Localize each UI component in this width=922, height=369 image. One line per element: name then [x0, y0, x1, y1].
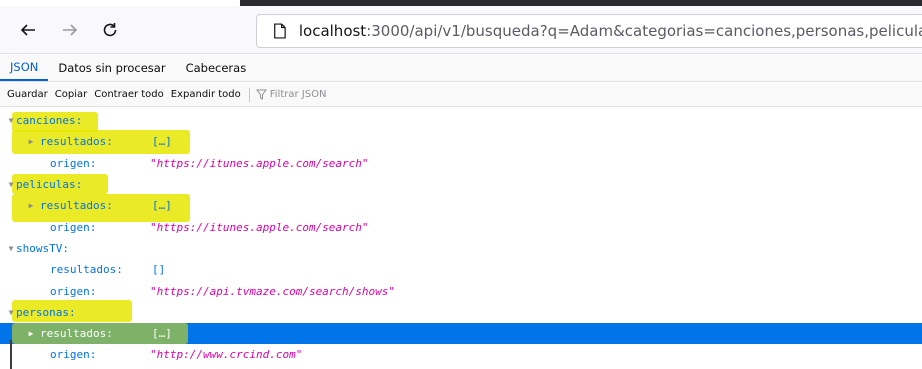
url-path: :3000/api/v1/busqueda?q=Adam&categorias=… [366, 22, 922, 40]
tab-json[interactable]: JSON [0, 54, 49, 81]
json-toolbar: Guardar Copiar Contraer todo Expandir to… [0, 83, 922, 107]
collapsed-icon[interactable]: ▶ [26, 329, 36, 338]
page-icon [274, 23, 286, 39]
tree-row-canciones-resultados[interactable]: ▶ resultados: […] [0, 131, 922, 152]
copy-button[interactable]: Copiar [52, 89, 90, 100]
navigation-bar: localhost:3000/api/v1/busqueda?q=Adam&ca… [0, 6, 922, 54]
url-text: localhost:3000/api/v1/busqueda?q=Adam&ca… [299, 22, 922, 40]
tree-row-personas-resultados[interactable]: ▶ resultados: […] [0, 322, 922, 345]
window-edge [10, 340, 12, 369]
arrow-right-icon[interactable] [56, 16, 84, 44]
tree-row-peliculas[interactable]: ▼ peliculas: [0, 174, 922, 195]
tab-raw-data[interactable]: Datos sin procesar [48, 55, 175, 81]
address-bar[interactable]: localhost:3000/api/v1/busqueda?q=Adam&ca… [256, 14, 922, 48]
filter-icon [255, 89, 267, 100]
filter-json-input[interactable]: Filtrar JSON [255, 89, 327, 100]
tree-row-canciones[interactable]: ▼ canciones: [0, 110, 922, 131]
collapse-all-button[interactable]: Contraer todo [91, 89, 167, 100]
toolbar-divider [248, 87, 250, 102]
tab-headers[interactable]: Cabeceras [176, 55, 257, 81]
tree-row-personas[interactable]: ▼ personas: [0, 302, 922, 323]
filter-placeholder: Filtrar JSON [269, 89, 327, 100]
tree-row-showstv[interactable]: ▼ showsTV: [0, 238, 922, 259]
url-host: localhost [298, 22, 367, 40]
expanded-icon[interactable]: ▼ [6, 180, 16, 189]
collapsed-icon[interactable]: ▶ [26, 137, 36, 146]
expanded-icon[interactable]: ▼ [6, 116, 16, 125]
expanded-icon[interactable]: ▼ [6, 308, 16, 317]
tree-row-showstv-origen[interactable]: origen: "https://api.tvmaze.com/search/sh… [0, 280, 922, 301]
tree-row-peliculas-origen[interactable]: origen: "https://itunes.apple.com/search" [0, 216, 922, 237]
expanded-icon[interactable]: ▼ [6, 244, 16, 253]
tree-row-canciones-origen[interactable]: origen: "https://itunes.apple.com/search" [0, 153, 922, 174]
tree-row-showstv-resultados[interactable]: resultados:[] [0, 259, 922, 280]
json-tree: ▼ canciones: ▶ resultados: […] origen: "http… [0, 110, 922, 366]
tree-row-personas-origen[interactable]: origen: "http://www.crcind.com" [0, 344, 922, 365]
expand-all-button[interactable]: Expandir todo [168, 89, 244, 100]
reload-icon[interactable] [96, 16, 124, 44]
save-button[interactable]: Guardar [4, 89, 51, 100]
tree-row-peliculas-resultados[interactable]: ▶ resultados: […] [0, 195, 922, 216]
viewer-tabs: JSON Datos sin procesar Cabeceras [0, 55, 922, 82]
arrow-left-icon[interactable] [14, 16, 42, 44]
collapsed-icon[interactable]: ▶ [26, 201, 36, 210]
